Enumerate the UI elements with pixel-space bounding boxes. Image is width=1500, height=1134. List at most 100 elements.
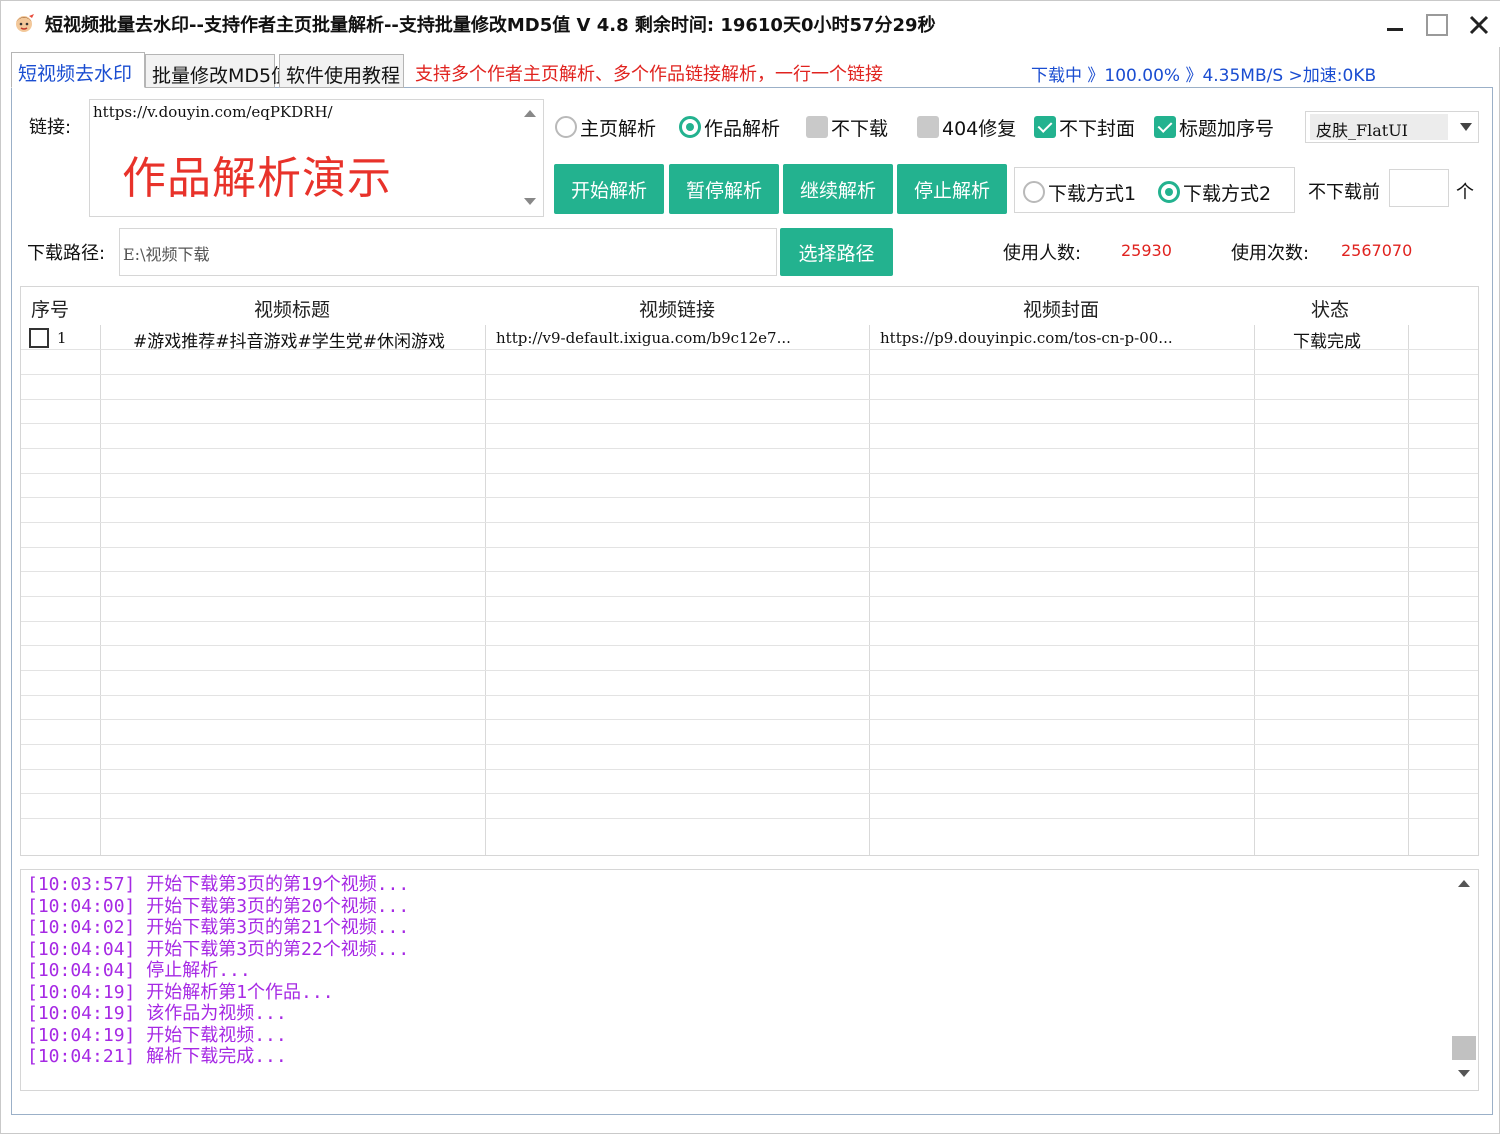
minimize-button[interactable] [1377,9,1413,41]
skin-select-value: 皮肤_FlatUI [1310,114,1448,140]
uses-count: 2567070 [1341,241,1413,260]
window-title: 短视频批量去水印--支持作者主页批量解析--支持批量修改MD5值 V 4.8 剩… [45,15,936,36]
download-mode-1-label: 下载方式1 [1048,182,1137,205]
log-line: [10:04:02] 开始下载第3页的第21个视频... [27,917,410,938]
row-divider [21,596,1478,597]
log-scrollbar[interactable] [1450,870,1478,1090]
skin-select[interactable]: 皮肤_FlatUI [1305,111,1479,143]
chevron-down-icon[interactable] [1460,123,1472,131]
row-divider [21,793,1478,794]
link-scrollbar[interactable] [517,100,543,216]
log-line: [10:03:57] 开始下载第3页的第19个视频... [27,874,410,895]
video-table: 序号 视频标题 视频链接 视频封面 状态 1 #游戏推荐#抖音游戏#学生党#休闲… [20,286,1479,856]
no-cover-checkbox[interactable]: 不下封面 [1034,113,1135,141]
radio-selected-icon [1158,181,1180,203]
choose-path-button[interactable]: 选择路径 [780,228,893,276]
link-label: 链接: [29,117,72,138]
scroll-up-icon[interactable] [524,110,536,117]
log-line: [10:04:21] 解析下载完成... [27,1046,287,1067]
skip-count-input[interactable] [1389,169,1449,207]
tab-tutorial[interactable]: 软件使用教程 [279,54,404,88]
app-window: 短视频批量去水印--支持作者主页批量解析--支持批量修改MD5值 V 4.8 剩… [0,0,1500,1134]
row-divider [21,399,1478,400]
link-textarea[interactable]: https://v.douyin.com/eqPKDRH/ 作品解析演示 [89,99,544,217]
no-download-checkbox[interactable]: 不下载 [806,113,888,141]
row-divider [21,769,1478,770]
log-lines: [10:03:57] 开始下载第3页的第19个视频... [10:04:00] … [27,874,409,1068]
row-divider [21,473,1478,474]
radio-selected-icon [679,116,701,138]
notice-text: 支持多个作者主页解析、多个作品链接解析，一行一个链接 [415,64,883,85]
row-divider [21,547,1478,548]
header-title[interactable]: 视频标题 [254,295,330,322]
download-path-input[interactable]: E:\视频下载 [119,228,777,276]
download-mode-group: 下载方式1 下载方式2 [1014,167,1295,213]
row-divider [21,374,1478,375]
close-icon [1469,15,1489,35]
header-cover[interactable]: 视频封面 [1023,295,1099,322]
row-status: 下载完成 [1293,332,1361,352]
download-mode-2-label: 下载方式2 [1183,182,1272,205]
row-divider [21,818,1478,819]
row-divider [21,670,1478,671]
no-cover-label: 不下封面 [1059,117,1136,140]
row-divider [21,621,1478,622]
start-parse-button[interactable]: 开始解析 [554,164,664,214]
row-divider [21,695,1478,696]
log-line: [10:04:19] 开始下载视频... [27,1024,287,1046]
column-divider [1408,325,1409,855]
uses-label: 使用次数: [1231,243,1310,264]
scroll-down-icon[interactable] [524,198,536,205]
skip-unit-label: 个 [1456,182,1474,203]
header-index[interactable]: 序号 [31,295,69,322]
log-line: [10:04:19] 该作品为视频... [27,1003,287,1024]
row-divider [21,522,1478,523]
work-parse-radio[interactable]: 作品解析 [679,113,780,141]
no-download-label: 不下载 [831,117,889,140]
row-link: http://v9-default.ixigua.com/b9c12e7... [496,329,791,347]
maximize-button[interactable] [1419,9,1455,41]
demo-overlay-text: 作品解析演示 [122,153,392,204]
row-title: #游戏推荐#抖音游戏#学生党#休闲游戏 [133,332,445,352]
column-divider [869,325,870,855]
title-numbering-checkbox[interactable]: 标题加序号 [1154,113,1274,141]
log-line: [10:04:19] 开始解析第1个作品... [27,981,334,1003]
row-divider [21,645,1478,646]
homepage-parse-radio[interactable]: 主页解析 [555,113,656,141]
download-path-label: 下载路径: [27,243,106,264]
maximize-icon [1426,14,1448,36]
link-value: https://v.douyin.com/eqPKDRH/ [93,103,333,121]
column-divider [485,325,486,855]
radio-icon [555,116,577,138]
scroll-down-icon[interactable] [1458,1070,1470,1077]
download-mode-2-radio[interactable]: 下载方式2 [1158,178,1271,206]
scroll-up-icon[interactable] [1458,880,1470,887]
title-bar: 短视频批量去水印--支持作者主页批量解析--支持批量修改MD5值 V 4.8 剩… [1,1,1500,47]
scroll-thumb[interactable] [1452,1036,1476,1060]
stop-parse-button[interactable]: 停止解析 [897,164,1007,214]
row-divider [21,497,1478,498]
pause-parse-button[interactable]: 暂停解析 [669,164,779,214]
tab-watermark-removal[interactable]: 短视频去水印 [11,52,145,88]
download-mode-1-radio[interactable]: 下载方式1 [1023,178,1136,206]
title-numbering-label: 标题加序号 [1179,117,1275,140]
row-divider [21,719,1478,720]
header-status[interactable]: 状态 [1311,295,1349,322]
close-button[interactable] [1461,9,1497,41]
fix-404-checkbox[interactable]: 404修复 [917,113,1016,141]
users-count: 25930 [1121,241,1172,260]
work-parse-label: 作品解析 [704,117,781,140]
header-link[interactable]: 视频链接 [639,295,715,322]
users-label: 使用人数: [1003,243,1082,264]
log-line: [10:04:00] 开始下载第3页的第20个视频... [27,895,410,917]
resume-parse-button[interactable]: 继续解析 [783,164,893,214]
tab-md5-batch[interactable]: 批量修改MD5值 [145,54,290,88]
row-cover: https://p9.douyinpic.com/tos-cn-p-00... [880,329,1173,347]
row-divider [21,571,1478,572]
checkbox-checked-icon [1034,116,1056,138]
row-divider [21,423,1478,424]
app-icon [16,14,34,32]
log-line: [10:04:04] 停止解析... [27,960,251,981]
log-panel[interactable]: [10:03:57] 开始下载第3页的第19个视频... [10:04:00] … [20,869,1479,1091]
row-checkbox[interactable] [29,328,49,348]
